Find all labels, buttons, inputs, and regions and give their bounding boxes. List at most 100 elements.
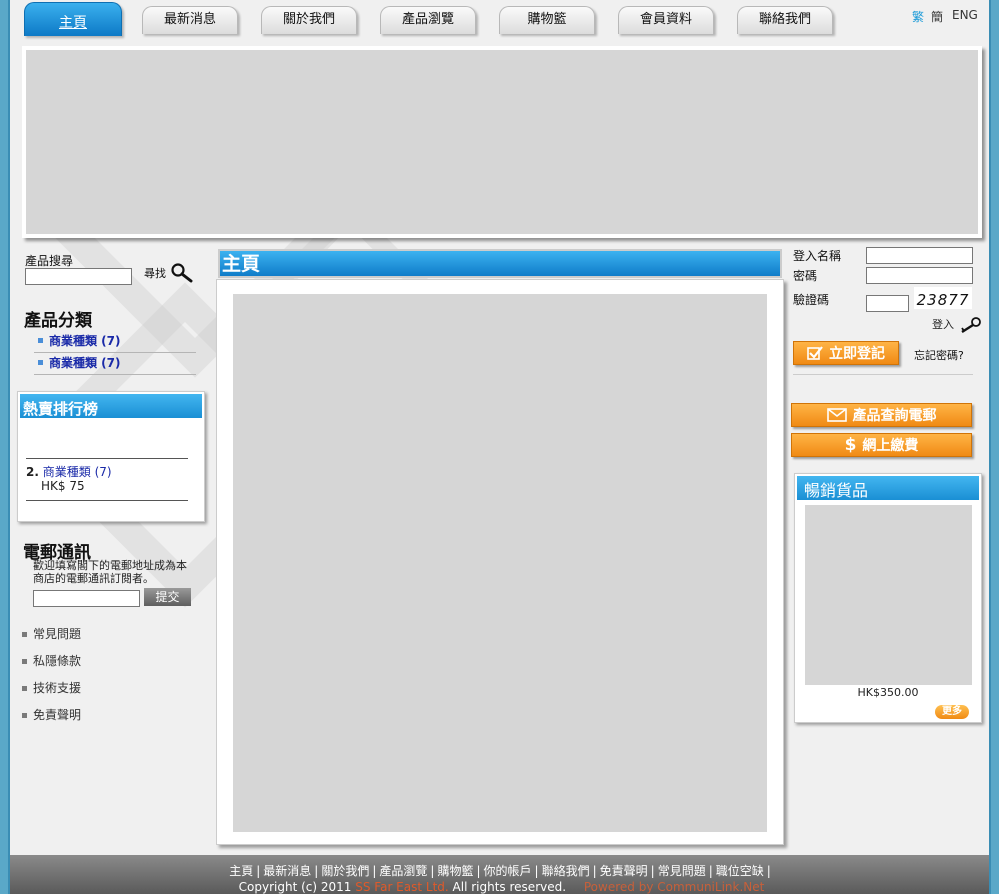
- password-label: 密碼: [793, 269, 818, 283]
- tab-about[interactable]: 關於我們: [261, 6, 357, 34]
- footer-copyright: Copyright (c) 2011 SS Far East Ltd. All …: [10, 880, 989, 894]
- hot-product-image[interactable]: [805, 505, 972, 685]
- link-label: 免責聲明: [33, 708, 82, 722]
- captcha-label: 驗證碼: [793, 293, 830, 307]
- category-item[interactable]: 商業種類 (7): [34, 353, 196, 375]
- footer-nav: 主頁 | 最新消息 | 關於我們 | 產品瀏覽 | 購物籃 | 你的帳戶 | 聯絡我們 | 免責聲明 | 常見問…: [10, 855, 989, 879]
- divider: [26, 458, 188, 459]
- bullet-icon: [22, 713, 27, 718]
- link-support[interactable]: 技術支援: [22, 679, 81, 696]
- checkbox-icon: [807, 342, 823, 364]
- username-label: 登入名稱: [793, 249, 842, 263]
- content-title: 主頁: [218, 249, 782, 278]
- footer-link[interactable]: 免責聲明: [600, 864, 648, 878]
- bullet-icon: [22, 632, 27, 637]
- register-button[interactable]: 立即登記: [793, 341, 899, 365]
- footer-separator: |: [708, 864, 713, 878]
- register-button-label: 立即登記: [829, 346, 885, 362]
- search-label: 產品搜尋: [25, 254, 74, 268]
- hot-products-box: 暢銷貨品 HK$350.00 更多: [794, 473, 982, 723]
- login-button-label: 登入: [932, 318, 954, 331]
- lang-simplified[interactable]: 簡: [931, 8, 943, 25]
- footer-link[interactable]: 你的帳戶: [484, 864, 532, 878]
- enquiry-email-button-label: 產品查詢電郵: [852, 408, 937, 424]
- category-item-label: 商業種類 (7): [49, 356, 121, 370]
- content-image: [233, 294, 767, 832]
- footer-separator: |: [430, 864, 435, 878]
- content-box: [216, 279, 784, 845]
- captcha-image: 23877: [914, 287, 972, 309]
- search-button[interactable]: 尋找: [144, 263, 194, 283]
- bestseller-name[interactable]: 商業種類 (7): [43, 465, 112, 479]
- online-payment-button[interactable]: $ 網上繳費: [791, 433, 972, 457]
- captcha-input[interactable]: [866, 295, 909, 312]
- more-button[interactable]: 更多: [935, 705, 969, 719]
- search-input[interactable]: [25, 268, 132, 285]
- newsletter-desc: 歡迎填寫閣下的電郵地址成為本商店的電郵通訊訂閱者。: [33, 559, 187, 585]
- footer-separator: |: [766, 864, 771, 878]
- powered-by-link[interactable]: Powered by CommuniLink.Net: [584, 880, 764, 894]
- username-input[interactable]: [866, 247, 973, 264]
- tab-cart[interactable]: 購物籃: [499, 6, 595, 34]
- footer-link[interactable]: 常見問題: [658, 864, 706, 878]
- bullet-icon: [22, 659, 27, 664]
- footer-link[interactable]: 購物籃: [437, 864, 473, 878]
- footer-separator: |: [256, 864, 261, 878]
- divider: [793, 374, 973, 375]
- dollar-icon: $: [844, 435, 857, 455]
- category-item-label: 商業種類 (7): [49, 334, 121, 348]
- company-link[interactable]: SS Far East Ltd.: [355, 880, 448, 894]
- footer-link[interactable]: 職位空缺: [716, 864, 764, 878]
- search-button-label: 尋找: [144, 267, 166, 280]
- footer-separator: |: [592, 864, 597, 878]
- tab-member[interactable]: 會員資料: [618, 6, 714, 34]
- footer-link[interactable]: 主頁: [229, 864, 253, 878]
- banner-image: [22, 46, 982, 238]
- copyright-text: Copyright (c) 2011: [238, 880, 352, 894]
- bestseller-price: HK$ 75: [41, 479, 85, 493]
- bullet-icon: [38, 338, 43, 343]
- newsletter-email-input[interactable]: [33, 590, 140, 607]
- bestsellers-box: 熱賣排行榜 2. 商業種類 (7) HK$ 75: [17, 391, 205, 522]
- hot-products-title: 暢銷貨品: [795, 474, 981, 502]
- link-privacy[interactable]: 私隱條款: [22, 652, 81, 669]
- tab-home[interactable]: 主頁: [24, 2, 122, 36]
- link-disclaimer[interactable]: 免責聲明: [22, 706, 81, 723]
- tab-news[interactable]: 最新消息: [142, 6, 238, 34]
- search-icon: [171, 263, 193, 283]
- footer-link[interactable]: 聯絡我們: [542, 864, 590, 878]
- login-button[interactable]: 登入: [932, 316, 982, 334]
- divider: [26, 500, 188, 501]
- bestseller-rank: 2.: [26, 465, 39, 479]
- footer: 主頁 | 最新消息 | 關於我們 | 產品瀏覽 | 購物籃 | 你的帳戶 | 聯絡我們 | 免責聲明 | 常見問…: [10, 855, 989, 894]
- online-payment-button-label: 網上繳費: [862, 438, 919, 454]
- footer-separator: |: [650, 864, 655, 878]
- bestsellers-title: 熱賣排行榜: [18, 392, 204, 420]
- password-input[interactable]: [866, 267, 973, 284]
- enquiry-email-button[interactable]: 產品查詢電郵: [791, 403, 972, 427]
- forgot-password-link[interactable]: 忘記密碼?: [914, 347, 964, 363]
- bullet-icon: [38, 360, 43, 365]
- footer-separator: |: [476, 864, 481, 878]
- footer-separator: |: [534, 864, 539, 878]
- tab-products[interactable]: 產品瀏覽: [380, 6, 476, 34]
- footer-link[interactable]: 產品瀏覽: [379, 864, 427, 878]
- newsletter-submit-button[interactable]: 提交: [144, 588, 191, 606]
- link-faq[interactable]: 常見問題: [22, 625, 81, 642]
- link-label: 常見問題: [33, 627, 82, 641]
- hot-product-price: HK$350.00: [857, 686, 919, 699]
- bullet-icon: [22, 686, 27, 691]
- footer-link[interactable]: 關於我們: [321, 864, 369, 878]
- lang-english[interactable]: ENG: [952, 8, 978, 22]
- lang-traditional[interactable]: 繁: [912, 8, 924, 25]
- tab-contact[interactable]: 聯絡我們: [737, 6, 833, 34]
- envelope-icon: [826, 404, 847, 426]
- footer-separator: |: [314, 864, 319, 878]
- footer-separator: |: [372, 864, 377, 878]
- page-frame: 主頁 最新消息 關於我們 產品瀏覽 購物籃 會員資料 聯絡我們 繁 簡 ENG …: [8, 0, 991, 894]
- link-label: 技術支援: [33, 681, 82, 695]
- link-label: 私隱條款: [33, 654, 82, 668]
- category-item[interactable]: 商業種類 (7): [34, 331, 196, 353]
- bestseller-item[interactable]: 2. 商業種類 (7): [26, 463, 112, 480]
- footer-link[interactable]: 最新消息: [263, 864, 311, 878]
